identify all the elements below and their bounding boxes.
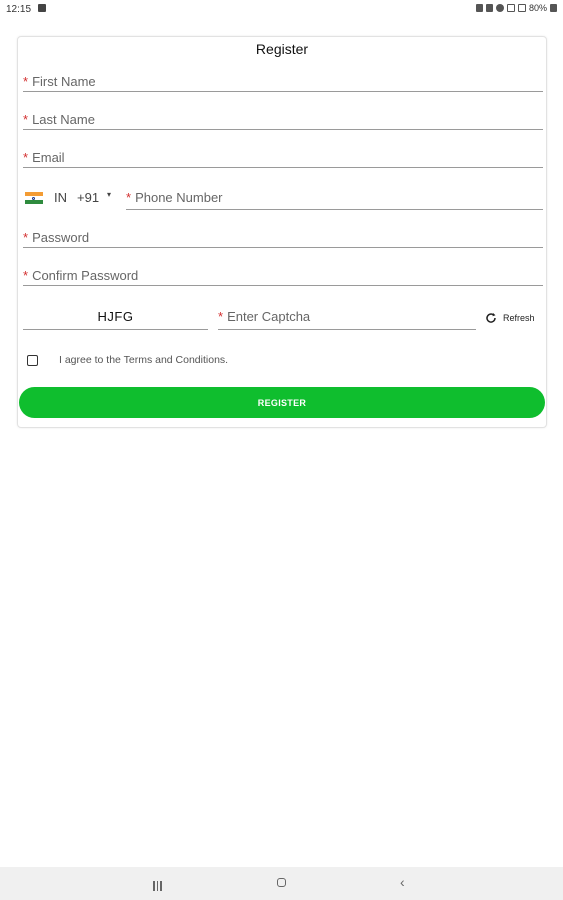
lock-icon [475,4,483,12]
last-name-label: * Last Name [23,112,95,127]
country-code[interactable]: IN [54,190,67,205]
confirm-password-label: * Confirm Password [23,268,139,283]
phone-number-field[interactable]: * Phone Number [126,187,543,210]
required-marker: * [126,190,132,205]
alarm-icon [485,4,493,12]
last-name-field[interactable]: * Last Name [23,107,543,130]
required-marker: * [23,112,29,127]
required-marker: * [23,268,29,283]
india-flag-icon[interactable] [25,192,43,204]
sync-icon [517,4,526,12]
recents-icon[interactable] [153,878,165,891]
required-marker: * [218,309,224,324]
required-marker: * [23,150,29,165]
battery-level: 80% [528,3,547,13]
required-marker: * [23,230,29,245]
home-icon[interactable] [277,878,286,887]
first-name-field[interactable]: * First Name [23,69,543,92]
refresh-icon [486,313,496,323]
status-icons: 80% [475,3,557,13]
refresh-captcha-button[interactable]: Refresh [485,309,545,327]
form-title: Register [255,41,309,57]
required-marker: * [23,74,29,89]
captcha-label: * Enter Captcha [218,309,311,324]
status-time: 12:15 [6,4,32,15]
register-button[interactable]: REGISTER [19,387,545,418]
register-card: Register * First Name * Last Name * Email I… [17,36,547,428]
status-bar: 12:15 80% [0,0,563,20]
first-name-label: * First Name [23,74,96,89]
terms-checkbox[interactable] [27,354,38,366]
image-icon [38,4,46,12]
back-icon[interactable]: ‹ [400,875,405,889]
phone-number-label: * Phone Number [126,190,223,205]
chevron-down-icon[interactable]: ▾ [107,190,111,199]
email-label: * Email [23,150,65,165]
navigation-bar: ‹ [0,867,563,900]
terms-label[interactable]: I agree to the Terms and Conditions. [59,354,228,366]
captcha-input[interactable]: * Enter Captcha [218,305,476,330]
password-field[interactable]: * Password [23,225,543,248]
email-field[interactable]: * Email [23,145,543,168]
password-label: * Password [23,230,90,245]
refresh-label: Refresh [503,313,535,323]
dial-code[interactable]: +91 [77,190,99,205]
captcha-display: HJFG [23,305,208,330]
wifi-icon [506,4,515,12]
signal-icon [495,4,504,12]
captcha-code: HJFG [97,309,134,324]
battery-icon [550,4,557,12]
phone-row: IN +91 ▾ * Phone Number [23,187,543,211]
confirm-password-field[interactable]: * Confirm Password [23,263,543,286]
terms-agreement: I agree to the Terms and Conditions. [27,352,228,368]
